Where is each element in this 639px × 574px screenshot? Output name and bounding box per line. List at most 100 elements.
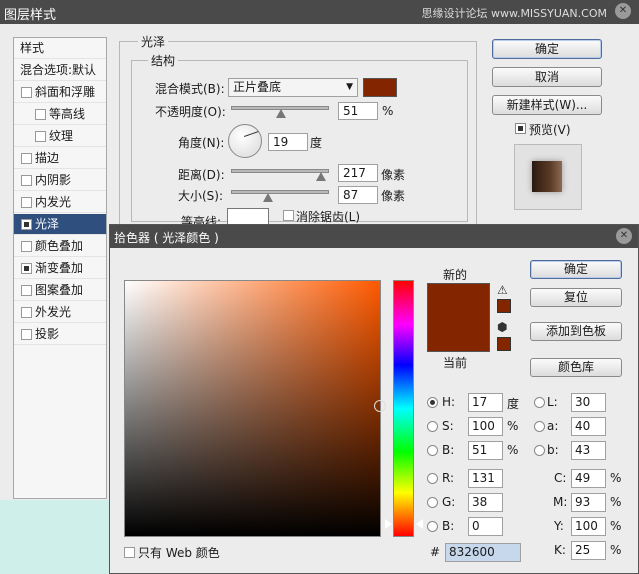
hue-slider-right-arrow[interactable] xyxy=(416,519,423,529)
sidebar-item[interactable]: 图案叠加 xyxy=(14,280,106,301)
sidebar-item-checkbox[interactable] xyxy=(21,219,32,230)
sidebar-item-label: 纹理 xyxy=(49,129,74,143)
size-input[interactable]: 87 xyxy=(338,186,378,204)
sidebar-item[interactable]: 斜面和浮雕 xyxy=(14,82,106,103)
g-input[interactable]: 38 xyxy=(468,493,503,512)
gamut-warning-icon[interactable]: ⚠ xyxy=(497,283,508,297)
opacity-slider-thumb[interactable] xyxy=(276,109,286,118)
b-radio[interactable] xyxy=(427,445,438,456)
sidebar-item[interactable]: 颜色叠加 xyxy=(14,236,106,257)
sidebar-item-checkbox[interactable] xyxy=(21,307,32,318)
sidebar-item-checkbox[interactable] xyxy=(21,197,32,208)
sidebar-item[interactable]: 内发光 xyxy=(14,192,106,213)
hue-slider[interactable] xyxy=(393,280,414,537)
sidebar-item[interactable]: 样式 xyxy=(14,38,106,59)
color-picker-title: 拾色器 ( 光泽颜色 ) xyxy=(114,231,219,245)
web-safe-swatch[interactable] xyxy=(497,337,511,351)
chevron-down-icon: ▼ xyxy=(346,82,353,92)
close-icon[interactable]: ✕ xyxy=(615,3,631,19)
k-unit: % xyxy=(610,543,622,557)
angle-dial[interactable] xyxy=(228,124,262,158)
m-unit: % xyxy=(610,495,622,509)
g-radio[interactable] xyxy=(427,497,438,508)
distance-unit: 像素 xyxy=(381,168,406,182)
c-input[interactable]: 49 xyxy=(571,469,606,488)
blend-mode-label: 混合模式(B): xyxy=(155,82,225,96)
h-radio[interactable] xyxy=(427,397,438,408)
distance-slider-thumb[interactable] xyxy=(316,172,326,181)
sidebar-item-label: 混合选项:默认 xyxy=(20,63,97,77)
distance-label: 距离(D): xyxy=(178,168,225,182)
s-input[interactable]: 100 xyxy=(468,417,503,436)
blend-mode-value: 正片叠底 xyxy=(233,80,282,94)
sidebar-item-checkbox[interactable] xyxy=(21,263,32,274)
k-input[interactable]: 25 xyxy=(571,541,606,560)
y-input[interactable]: 100 xyxy=(571,517,606,536)
web-colors-only-checkbox[interactable] xyxy=(124,547,135,558)
color-field-marker[interactable] xyxy=(374,400,386,412)
sidebar-item[interactable]: 等高线 xyxy=(14,104,106,125)
reset-button[interactable]: 复位 xyxy=(530,288,622,307)
lab-b-radio[interactable] xyxy=(534,445,545,456)
add-to-swatches-button[interactable]: 添加到色板 xyxy=(530,322,622,341)
a-input[interactable]: 40 xyxy=(571,417,606,436)
l-input[interactable]: 30 xyxy=(571,393,606,412)
color-libraries-button[interactable]: 颜色库 xyxy=(530,358,622,377)
picker-ok-button[interactable]: 确定 xyxy=(530,260,622,279)
preview-checkbox[interactable] xyxy=(515,123,526,134)
distance-input[interactable]: 217 xyxy=(338,164,378,182)
a-radio[interactable] xyxy=(534,421,545,432)
angle-input[interactable]: 19 xyxy=(268,133,308,151)
r-input[interactable]: 131 xyxy=(468,469,503,488)
size-slider[interactable] xyxy=(231,190,329,194)
sidebar-item-checkbox[interactable] xyxy=(21,153,32,164)
hex-input[interactable]: 832600 xyxy=(445,543,521,562)
opacity-label: 不透明度(O): xyxy=(155,105,226,119)
sidebar-item-checkbox[interactable] xyxy=(35,109,46,120)
sidebar-item[interactable]: 内阴影 xyxy=(14,170,106,191)
h-input[interactable]: 17 xyxy=(468,393,503,412)
rgb-b-input[interactable]: 0 xyxy=(468,517,503,536)
sidebar-item[interactable]: 混合选项:默认 xyxy=(14,60,106,81)
cancel-button[interactable]: 取消 xyxy=(492,67,602,87)
rgb-b-radio[interactable] xyxy=(427,521,438,532)
sidebar-item-label: 等高线 xyxy=(49,107,86,121)
sidebar-item-checkbox[interactable] xyxy=(35,131,46,142)
sidebar-item-checkbox[interactable] xyxy=(21,285,32,296)
size-slider-thumb[interactable] xyxy=(263,193,273,202)
antialias-checkbox[interactable] xyxy=(283,210,294,221)
opacity-input[interactable]: 51 xyxy=(338,102,378,120)
color-picker-titlebar[interactable]: 拾色器 ( 光泽颜色 ) ✕ xyxy=(110,225,638,248)
m-input[interactable]: 93 xyxy=(571,493,606,512)
layer-style-titlebar[interactable]: 图层样式 思缘设计论坛 www.MISSYUAN.COM ✕ xyxy=(0,0,639,24)
web-safe-cube-icon[interactable]: ⬢ xyxy=(497,320,507,334)
sidebar-item[interactable]: 描边 xyxy=(14,148,106,169)
r-radio[interactable] xyxy=(427,473,438,484)
sidebar-item[interactable]: 纹理 xyxy=(14,126,106,147)
color-field[interactable] xyxy=(124,280,381,537)
l-radio[interactable] xyxy=(534,397,545,408)
b-input[interactable]: 51 xyxy=(468,441,503,460)
hue-slider-left-arrow[interactable] xyxy=(385,519,392,529)
preview-label: 预览(V) xyxy=(529,123,571,137)
gamut-swatch[interactable] xyxy=(497,299,511,313)
satin-color-swatch[interactable] xyxy=(363,78,397,97)
ok-button[interactable]: 确定 xyxy=(492,39,602,59)
blend-mode-select[interactable]: 正片叠底 ▼ xyxy=(228,78,358,97)
current-color-swatch[interactable] xyxy=(427,317,490,352)
close-icon[interactable]: ✕ xyxy=(616,228,632,244)
sidebar-item-label: 样式 xyxy=(20,41,45,55)
sidebar-item-checkbox[interactable] xyxy=(21,241,32,252)
new-style-button[interactable]: 新建样式(W)... xyxy=(492,95,602,115)
sidebar-item[interactable]: 投影 xyxy=(14,324,106,345)
sidebar-item[interactable]: 外发光 xyxy=(14,302,106,323)
sidebar-item[interactable]: 渐变叠加 xyxy=(14,258,106,279)
sidebar-item[interactable]: 光泽 xyxy=(14,214,106,235)
sidebar-item-checkbox[interactable] xyxy=(21,329,32,340)
sidebar-item-label: 内发光 xyxy=(35,195,72,209)
sidebar-item-checkbox[interactable] xyxy=(21,87,32,98)
lab-b-input[interactable]: 43 xyxy=(571,441,606,460)
s-radio[interactable] xyxy=(427,421,438,432)
sidebar-item-checkbox[interactable] xyxy=(21,175,32,186)
distance-slider[interactable] xyxy=(231,169,329,173)
